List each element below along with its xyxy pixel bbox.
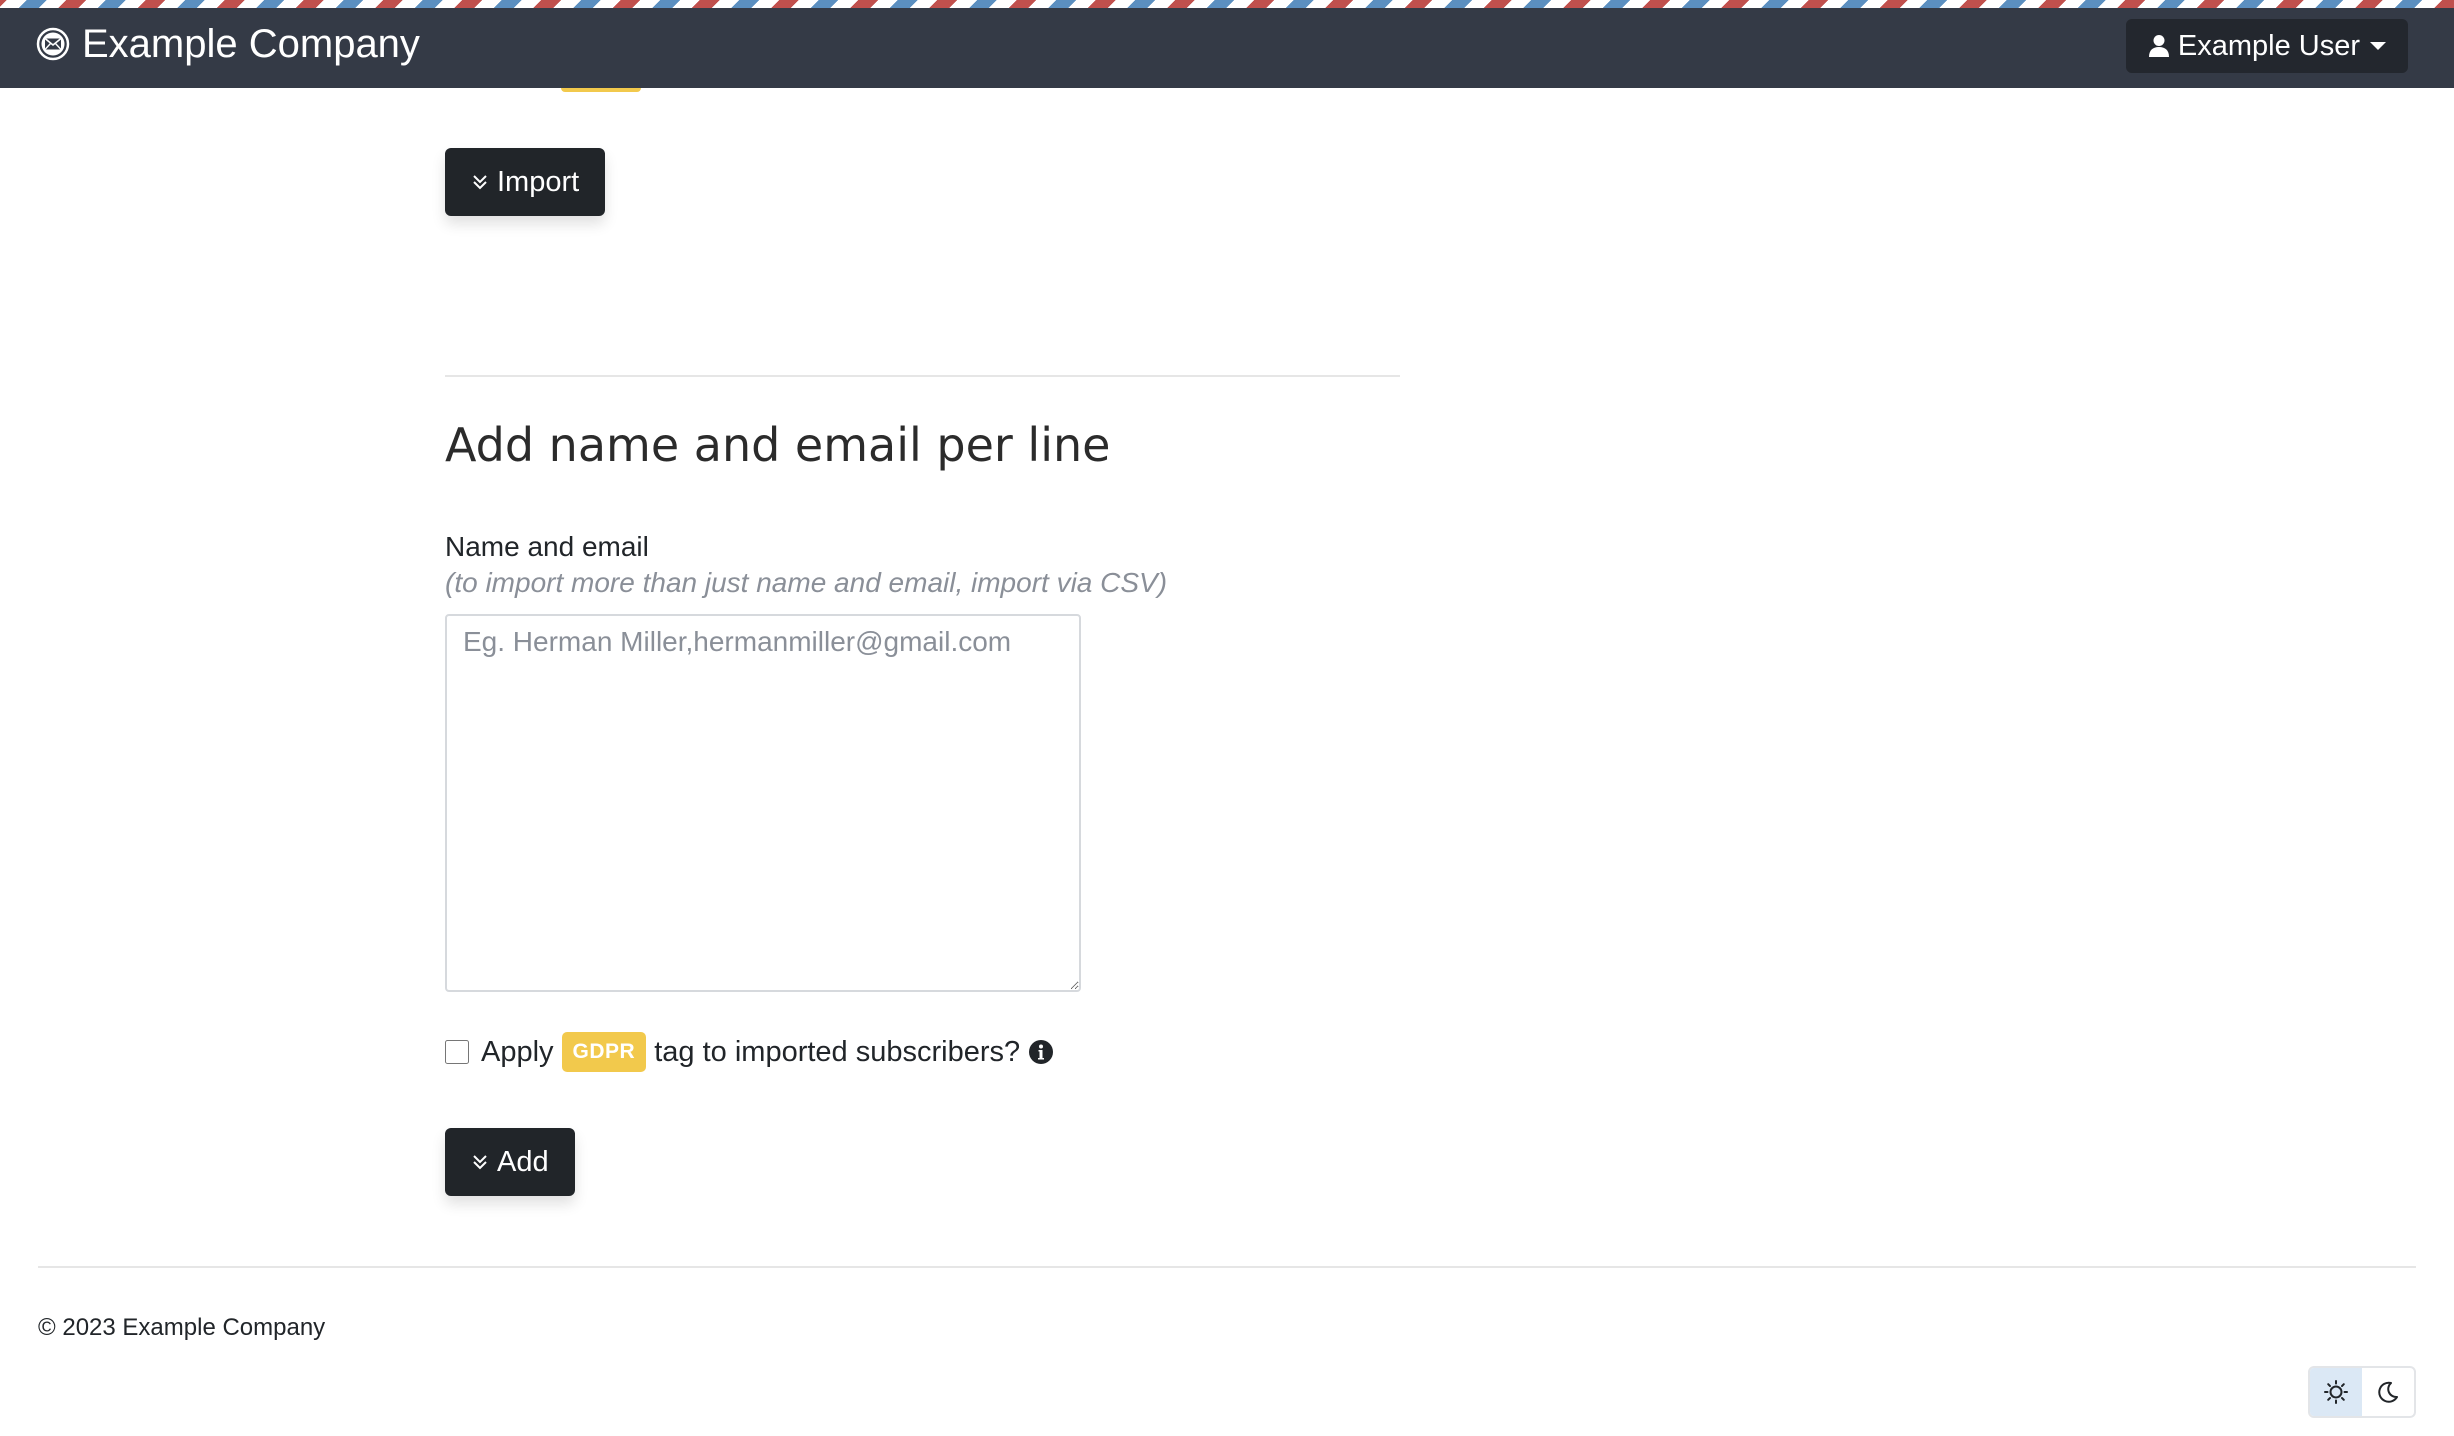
name-email-textarea[interactable] [445, 614, 1081, 992]
footer-copyright: © 2023 Example Company [38, 1314, 326, 1341]
name-email-help-text: (to import more than just name and email… [445, 567, 1168, 598]
import-button-label: Import [497, 165, 580, 198]
theme-toggle [2308, 1366, 2416, 1418]
section-heading: Add name and email per line [445, 418, 1111, 472]
light-theme-button[interactable] [2310, 1368, 2362, 1416]
user-icon [2148, 35, 2169, 57]
brand-link[interactable]: Example Company [36, 8, 420, 80]
sun-icon [2324, 1380, 2348, 1404]
import-button[interactable]: Import [445, 148, 606, 216]
caret-down-icon [2370, 42, 2386, 50]
info-circle-icon[interactable] [1028, 1039, 1054, 1065]
footer-divider [38, 1266, 2416, 1268]
user-menu-label: Example User [2177, 29, 2360, 62]
envelope-circle-icon [36, 27, 70, 61]
double-chevron-down-icon [473, 175, 487, 190]
section-divider [445, 375, 1400, 377]
user-menu-button[interactable]: Example User [2125, 19, 2408, 73]
partial-badge [561, 88, 641, 92]
moon-icon [2378, 1381, 2398, 1403]
dark-theme-button[interactable] [2362, 1368, 2414, 1416]
brand-name: Example Company [82, 21, 420, 66]
airmail-stripe [0, 0, 2454, 8]
gdpr-checkbox[interactable] [445, 1040, 469, 1064]
gdpr-suffix-text: tag to imported subscribers? [654, 1035, 1021, 1068]
double-chevron-down-icon [473, 1155, 487, 1170]
name-email-label: Name and email [445, 531, 649, 562]
add-button-label: Add [497, 1145, 549, 1178]
gdpr-option-row: Apply GDPR tag to imported subscribers? [445, 1028, 1054, 1076]
gdpr-prefix-text: Apply [481, 1035, 554, 1068]
add-button[interactable]: Add [445, 1128, 575, 1196]
gdpr-badge: GDPR [561, 1032, 647, 1072]
top-navbar: Example Company Example User [0, 8, 2454, 88]
